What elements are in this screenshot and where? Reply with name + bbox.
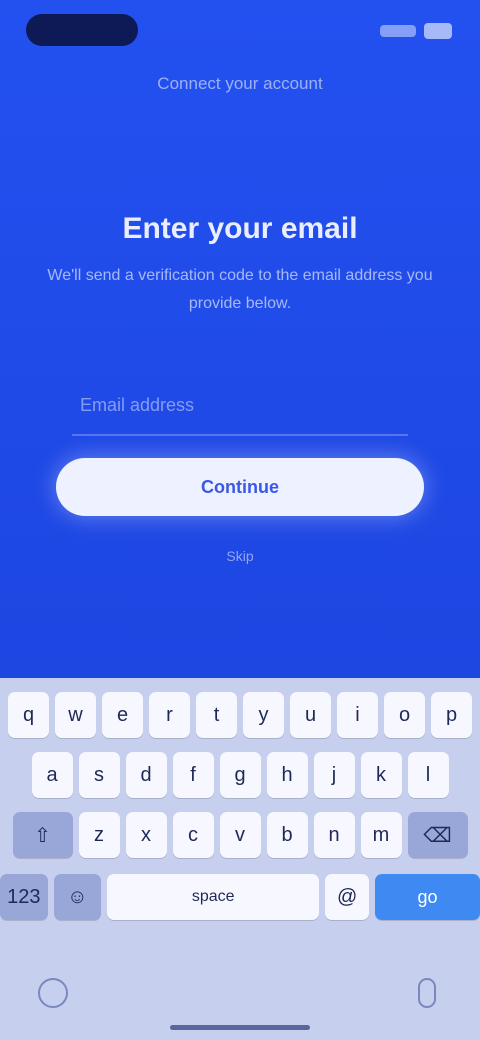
microphone-icon[interactable] — [418, 978, 436, 1008]
keyboard-bottom-bar — [0, 978, 480, 1018]
key[interactable]: q — [8, 692, 49, 738]
backspace-key[interactable]: ⌫ — [407, 812, 468, 858]
keyboard-row-2: a s d f g h j k l — [0, 752, 480, 798]
key[interactable]: j — [313, 752, 355, 798]
keyboard-row-1: q w e r t y u i o p — [0, 692, 480, 738]
key[interactable]: d — [125, 752, 167, 798]
emoji-key[interactable]: ☺ — [53, 874, 102, 920]
key[interactable]: v — [219, 812, 261, 858]
home-indicator — [170, 1025, 310, 1030]
key[interactable]: i — [337, 692, 378, 738]
battery-icon — [424, 23, 452, 39]
heading: Enter your email — [122, 212, 358, 245]
key[interactable]: h — [266, 752, 308, 798]
key[interactable]: p — [431, 692, 472, 738]
status-bar — [0, 0, 480, 60]
keyboard-row-4: 123 ☺ space @ go — [0, 874, 480, 920]
keyboard: q w e r t y u i o p a s d f g h j k l ⇧ … — [0, 678, 480, 1040]
status-icons — [380, 20, 452, 42]
screen: Connect your account Enter your email We… — [0, 0, 480, 1040]
go-key[interactable]: go — [374, 874, 480, 920]
continue-button[interactable]: Continue — [56, 458, 424, 516]
description: We'll send a verification code to the em… — [47, 267, 433, 312]
email-field[interactable] — [72, 376, 408, 434]
key[interactable]: r — [149, 692, 190, 738]
key[interactable]: f — [172, 752, 214, 798]
key[interactable]: s — [78, 752, 120, 798]
key[interactable]: n — [313, 812, 355, 858]
key[interactable]: b — [266, 812, 308, 858]
shift-key[interactable]: ⇧ — [12, 812, 73, 858]
key[interactable]: t — [196, 692, 237, 738]
key[interactable]: k — [360, 752, 402, 798]
key[interactable]: y — [243, 692, 284, 738]
key[interactable]: g — [219, 752, 261, 798]
page-title: Connect your account — [157, 74, 323, 93]
key[interactable]: c — [172, 812, 214, 858]
space-key[interactable]: space — [107, 874, 320, 920]
numbers-key[interactable]: 123 — [0, 874, 48, 920]
at-key[interactable]: @ — [325, 874, 369, 920]
key[interactable]: l — [407, 752, 449, 798]
globe-icon[interactable] — [38, 978, 68, 1008]
keyboard-row-3: ⇧ z x c v b n m ⌫ — [0, 812, 480, 858]
key[interactable]: o — [384, 692, 425, 738]
key[interactable]: a — [31, 752, 73, 798]
signal-icon — [380, 25, 416, 37]
key[interactable]: e — [102, 692, 143, 738]
key[interactable]: u — [290, 692, 331, 738]
email-field-wrapper — [72, 376, 408, 436]
dynamic-island — [26, 14, 138, 46]
skip-link[interactable]: Skip — [0, 548, 480, 564]
key[interactable]: z — [78, 812, 120, 858]
key[interactable]: m — [360, 812, 402, 858]
key[interactable]: x — [125, 812, 167, 858]
key[interactable]: w — [55, 692, 96, 738]
